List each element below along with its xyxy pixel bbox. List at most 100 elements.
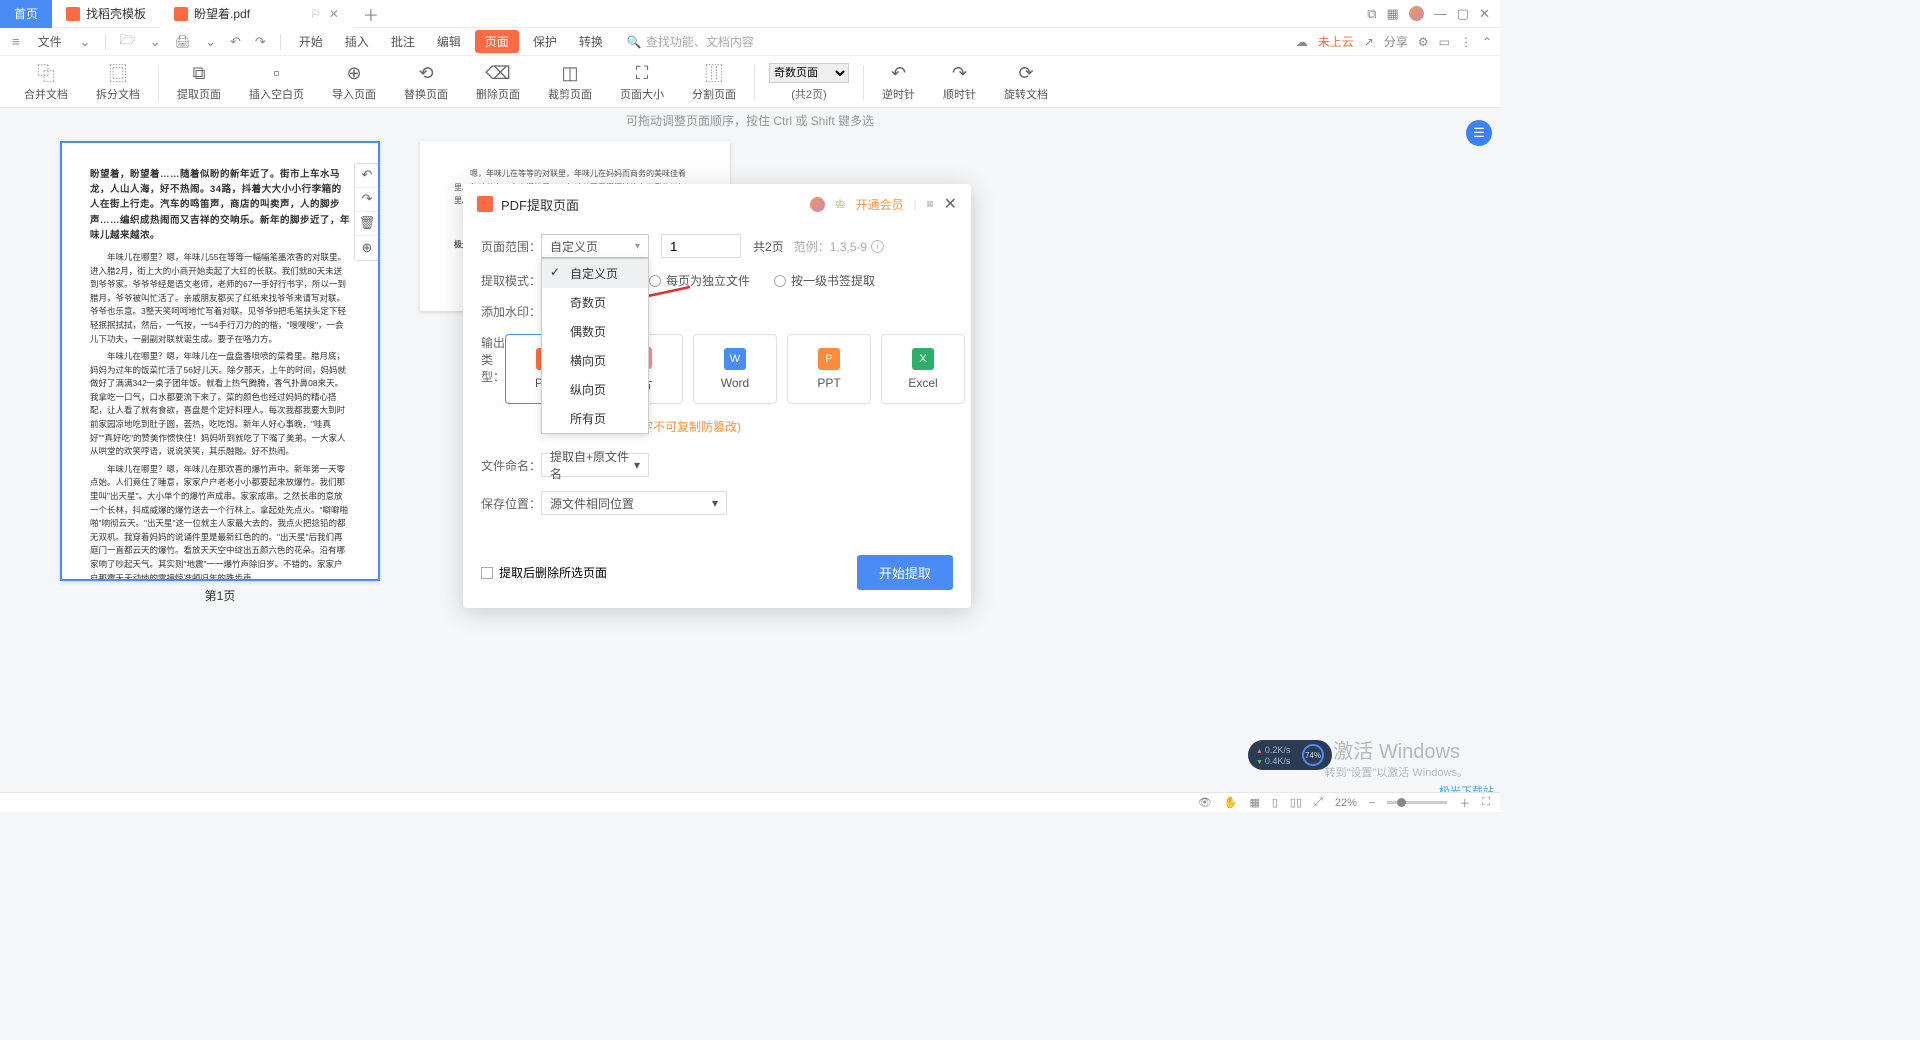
tab-close-icon[interactable]: ✕ bbox=[329, 7, 339, 21]
chevron-down-icon[interactable]: ⌄ bbox=[76, 34, 95, 50]
undo-icon[interactable]: ↶ bbox=[226, 34, 245, 50]
menu-file[interactable]: 文件 bbox=[30, 30, 70, 53]
info-icon[interactable]: i bbox=[871, 240, 884, 253]
page-thumb-1[interactable]: 盼望着，盼望着……随着似盼的新年近了。街市上车水马龙，人山人海，好不热闹。34路… bbox=[60, 141, 380, 581]
search-box[interactable]: 🔍 查找功能、文档内容 bbox=[627, 33, 754, 50]
type-word[interactable]: WWord bbox=[693, 334, 777, 404]
dialog-menu-icon[interactable]: ≡ bbox=[927, 197, 934, 211]
chevron-down-icon[interactable]: ⌄ bbox=[201, 34, 220, 50]
start-extract-button[interactable]: 开始提取 bbox=[857, 555, 953, 590]
tool-blank[interactable]: ▫插入空白页 bbox=[235, 63, 318, 102]
tab-home[interactable]: 首页 bbox=[0, 0, 52, 28]
tool-size[interactable]: ⛶页面大小 bbox=[606, 63, 678, 102]
rotate-ccw-icon[interactable]: ↶ bbox=[355, 164, 379, 188]
grid-icon[interactable]: ▦ bbox=[1249, 796, 1259, 809]
tool-replace[interactable]: ⟲替换页面 bbox=[390, 63, 462, 102]
dialog-close-icon[interactable]: ✕ bbox=[944, 194, 957, 214]
opt-even[interactable]: 偶数页 bbox=[542, 317, 648, 346]
redo-icon[interactable]: ↷ bbox=[251, 34, 270, 50]
maximize-icon[interactable]: ▢ bbox=[1457, 6, 1469, 22]
tool-rotate-ccw[interactable]: ↶逆时针 bbox=[868, 63, 929, 102]
tool-import[interactable]: ⊕导入页面 bbox=[318, 63, 390, 102]
cloud-status[interactable]: 未上云 bbox=[1318, 33, 1354, 50]
kebab-icon[interactable]: ⋮ bbox=[1460, 35, 1472, 49]
menu-page[interactable]: 页面 bbox=[475, 30, 519, 53]
menu-protect[interactable]: 保护 bbox=[525, 30, 565, 53]
opt-landscape[interactable]: 横向页 bbox=[542, 346, 648, 375]
avatar[interactable] bbox=[1409, 6, 1424, 21]
opt-portrait[interactable]: 纵向页 bbox=[542, 375, 648, 404]
ppt-icon: P bbox=[818, 348, 840, 370]
single-page-icon[interactable]: ▯ bbox=[1272, 796, 1278, 809]
collapse-icon[interactable]: ⌃ bbox=[1482, 35, 1492, 49]
close-icon[interactable]: ✕ bbox=[1479, 6, 1490, 22]
apps-icon[interactable]: ▦ bbox=[1387, 6, 1399, 22]
tool-merge[interactable]: ⿻合并文档 bbox=[10, 63, 82, 102]
menu-insert[interactable]: 插入 bbox=[337, 30, 377, 53]
zoom-out-icon[interactable]: − bbox=[1369, 797, 1375, 809]
opt-custom[interactable]: 自定义页 bbox=[542, 259, 648, 288]
print-icon[interactable]: 🖨 bbox=[171, 34, 196, 50]
page-input[interactable] bbox=[661, 234, 741, 258]
word-icon: W bbox=[724, 348, 746, 370]
gear-icon[interactable]: ⚙ bbox=[1418, 35, 1429, 49]
tab-templates[interactable]: 找稻壳模板 bbox=[52, 0, 160, 28]
opt-odd[interactable]: 奇数页 bbox=[542, 288, 648, 317]
type-ppt[interactable]: PPPT bbox=[787, 334, 871, 404]
type-excel[interactable]: XExcel bbox=[881, 334, 965, 404]
eye-icon[interactable]: 👁 bbox=[1198, 796, 1212, 809]
rotate-cw-icon: ↷ bbox=[952, 63, 967, 83]
radio-bookmark[interactable]: 按一级书签提取 bbox=[774, 272, 875, 289]
tab-pin-icon[interactable]: ⚐ bbox=[310, 7, 321, 21]
two-page-icon[interactable]: ▯▯ bbox=[1290, 796, 1302, 809]
rotate-cw-icon[interactable]: ↷ bbox=[355, 188, 379, 212]
drag-hint: 可拖动调整页面顺序，按住 Ctrl 或 Shift 键多选 bbox=[0, 108, 1500, 133]
open-icon[interactable]: 🗁 bbox=[116, 31, 140, 53]
zoom-in-icon[interactable]: ＋ bbox=[1459, 795, 1470, 811]
tool-delete[interactable]: ⌫删除页面 bbox=[462, 63, 534, 102]
page-select-dropdown[interactable]: 奇数页面 bbox=[769, 63, 849, 83]
hamburger-icon[interactable]: ≡ bbox=[8, 34, 24, 49]
activate-windows-sub: 转到"设置"以激活 Windows。 bbox=[1325, 764, 1469, 780]
opt-all[interactable]: 所有页 bbox=[542, 404, 648, 433]
fullscreen-icon[interactable]: ⛶ bbox=[1482, 796, 1490, 809]
zoom-slider[interactable] bbox=[1387, 801, 1447, 804]
dialog-avatar[interactable] bbox=[810, 197, 825, 212]
radio-bookmark-label: 按一级书签提取 bbox=[791, 272, 875, 289]
tool-rotate-cw[interactable]: ↷顺时针 bbox=[929, 63, 990, 102]
tool-crop[interactable]: ◫裁剪页面 bbox=[534, 63, 606, 102]
tool-extract[interactable]: ⧉提取页面 bbox=[163, 63, 235, 102]
vip-link[interactable]: 开通会员 bbox=[855, 196, 903, 213]
tool-split[interactable]: ⿴拆分文档 bbox=[82, 63, 154, 102]
chevron-down-icon[interactable]: ⌄ bbox=[146, 34, 165, 50]
tool-divide[interactable]: ⿲分割页面 bbox=[678, 63, 750, 102]
gauge-pct: 74% bbox=[1302, 744, 1324, 766]
dialog-title: PDF提取页面 bbox=[501, 195, 579, 214]
menu-start[interactable]: 开始 bbox=[291, 30, 331, 53]
chevron-down-icon: ▾ bbox=[635, 241, 640, 252]
chk-delete-after[interactable]: 提取后删除所选页面 bbox=[481, 564, 607, 581]
trash-icon[interactable]: 🗑 bbox=[355, 212, 379, 236]
crop-icon: ◫ bbox=[561, 63, 578, 83]
panel-icon[interactable]: ▭ bbox=[1439, 35, 1450, 49]
float-help-button[interactable]: ☰ bbox=[1466, 120, 1492, 146]
naming-select[interactable]: 提取自+原文件名▾ bbox=[541, 453, 649, 477]
minimize-icon[interactable]: — bbox=[1434, 6, 1447, 21]
dialog-footer: 提取后删除所选页面 开始提取 bbox=[463, 551, 971, 608]
layout-icon[interactable]: ⧉ bbox=[1367, 6, 1376, 22]
tab-document[interactable]: 盼望着.pdf ⚐ ✕ bbox=[160, 0, 353, 28]
menu-convert[interactable]: 转换 bbox=[571, 30, 611, 53]
radio-per-page[interactable]: 每页为独立文件 bbox=[649, 272, 750, 289]
hand-icon[interactable]: ✋ bbox=[1224, 796, 1238, 809]
range-select[interactable]: 自定义页 ▾ bbox=[541, 234, 649, 258]
label-outtype: 输出类型： bbox=[481, 334, 505, 385]
share-button[interactable]: 分享 bbox=[1384, 33, 1408, 50]
tab-add-button[interactable]: ＋ bbox=[353, 2, 389, 26]
savepath-select[interactable]: 源文件相同位置▾ bbox=[541, 491, 727, 515]
tool-size-label: 页面大小 bbox=[620, 86, 664, 102]
zoom-in-icon[interactable]: ⊕ bbox=[355, 236, 379, 260]
menu-edit[interactable]: 编辑 bbox=[429, 30, 469, 53]
fit-icon[interactable]: ⤢ bbox=[1314, 796, 1323, 809]
menu-annotate[interactable]: 批注 bbox=[383, 30, 423, 53]
tool-rotate-doc[interactable]: ⟳旋转文档 bbox=[990, 63, 1062, 102]
